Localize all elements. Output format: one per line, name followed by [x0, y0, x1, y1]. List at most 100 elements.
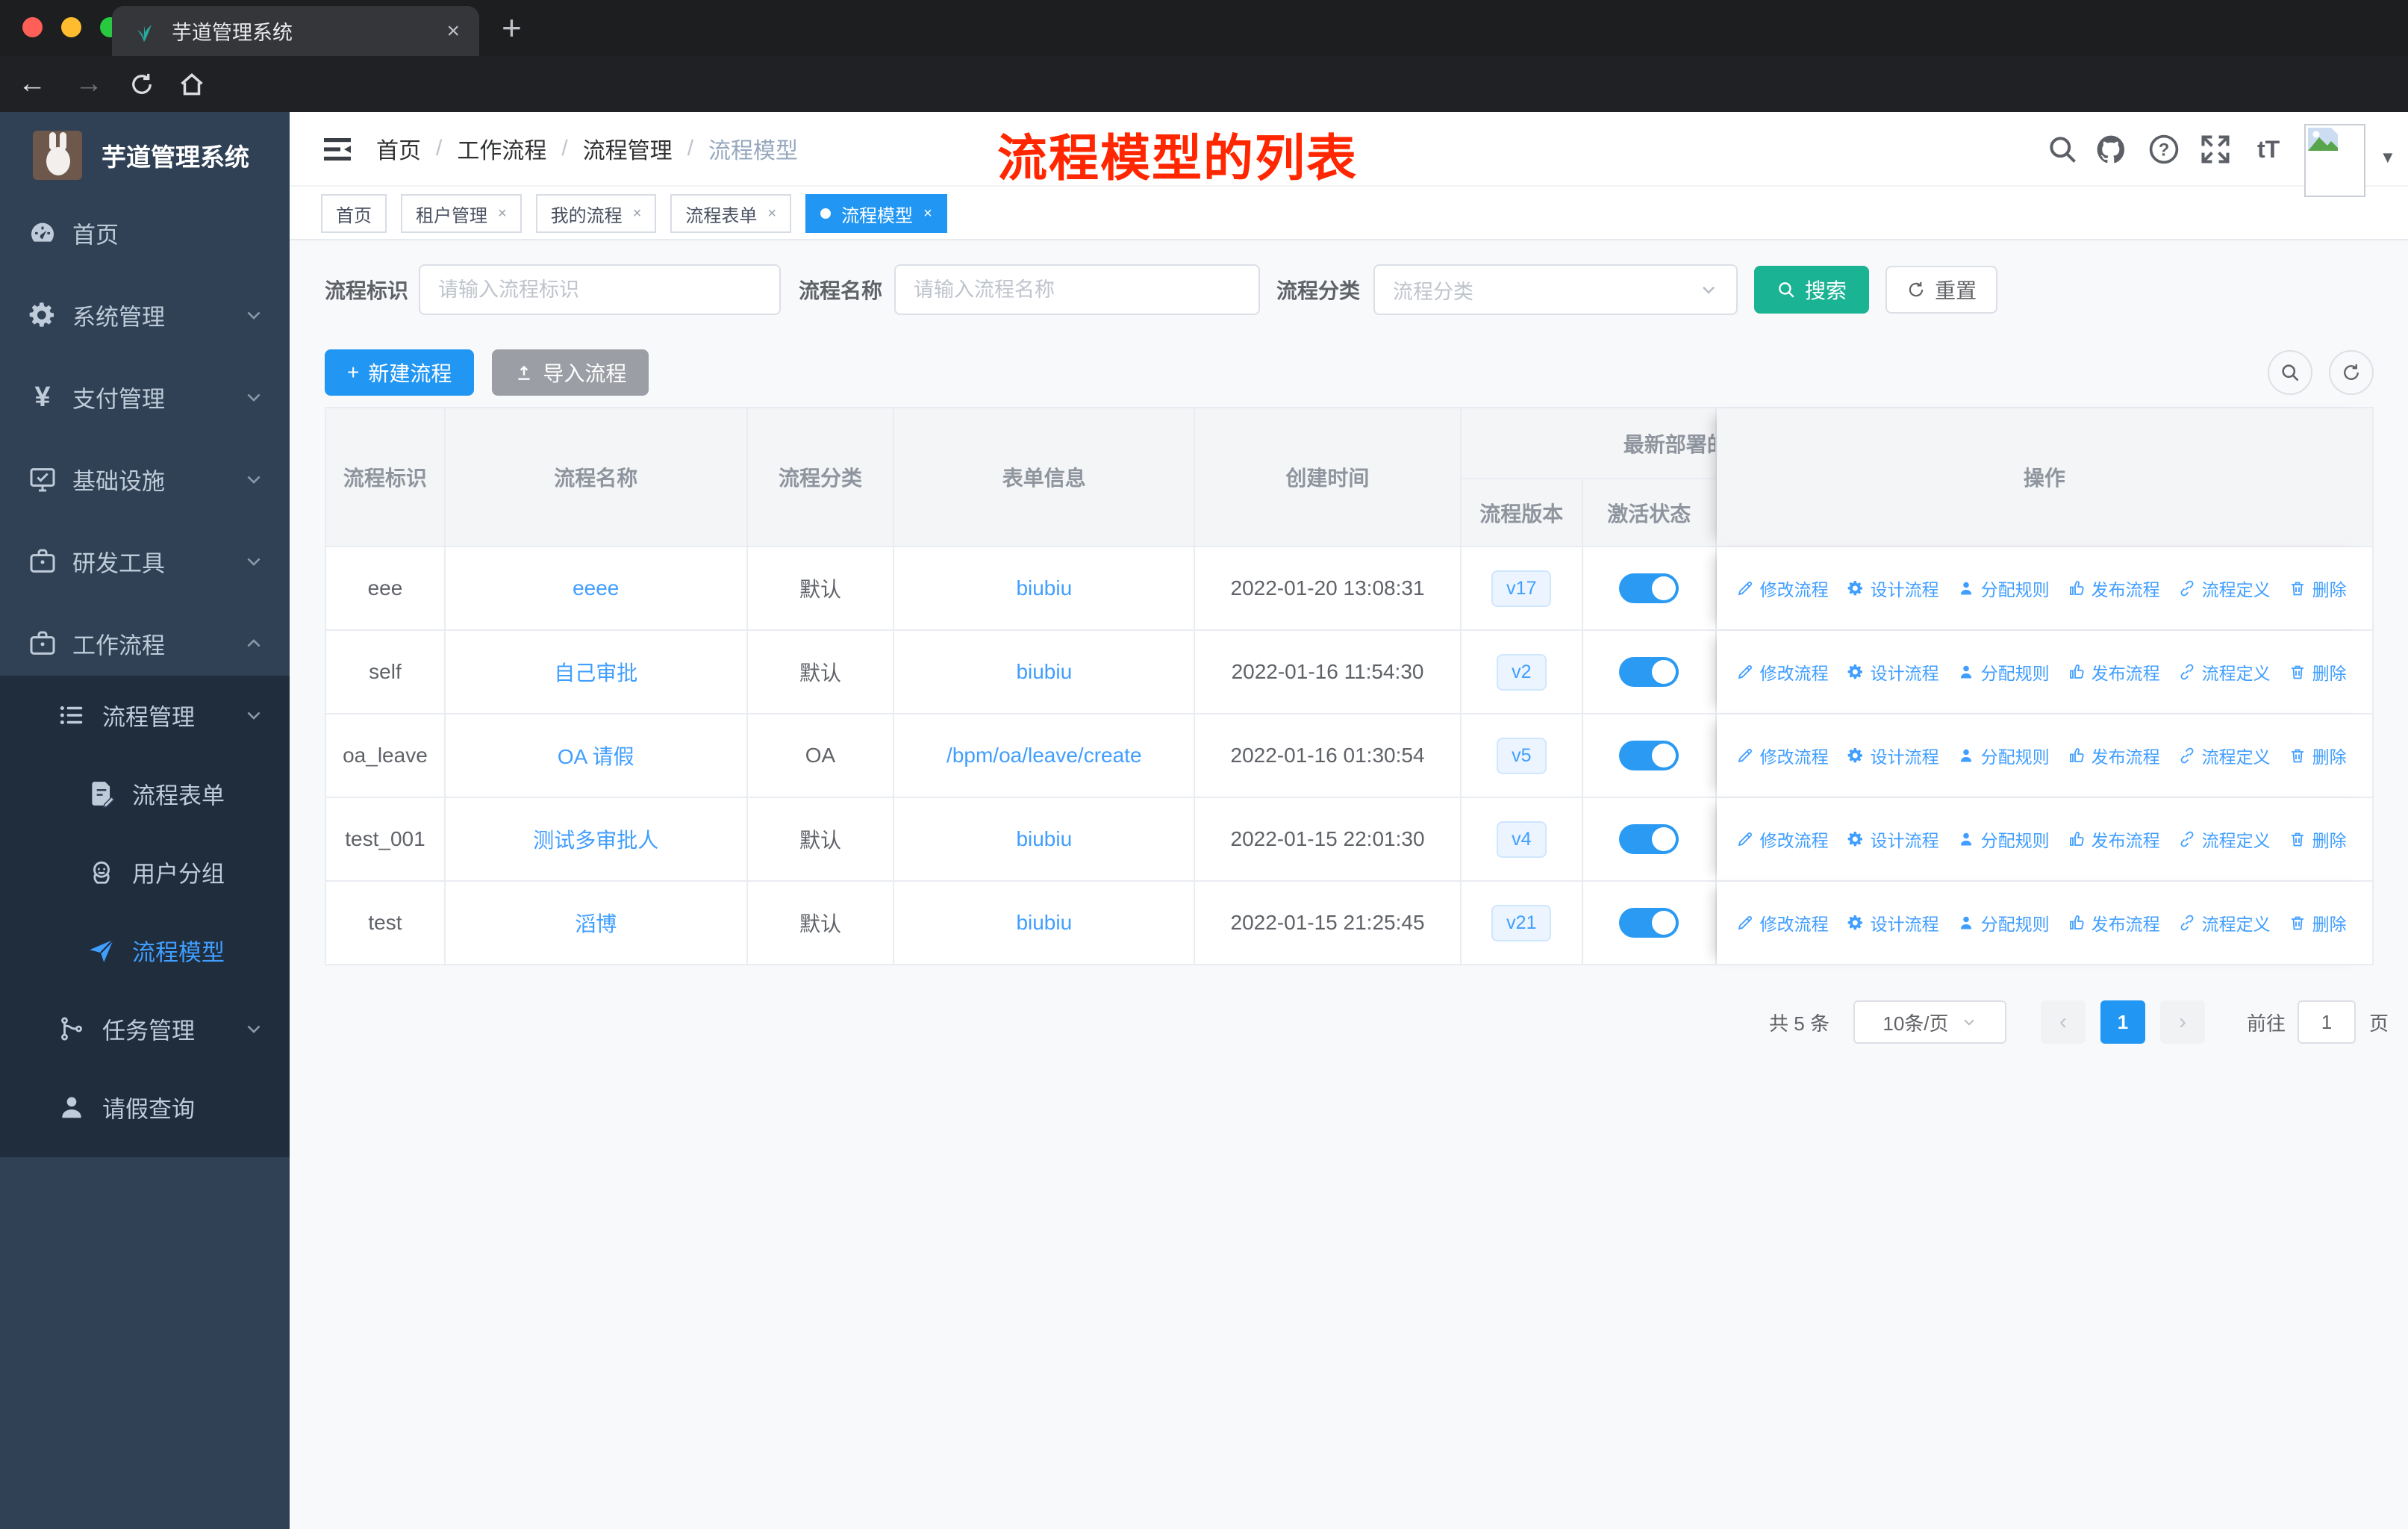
cell-name-link[interactable]: eeee [445, 547, 748, 631]
browser-tab[interactable]: 芋道管理系统 × [112, 6, 479, 56]
sidebar-item-infra[interactable]: 基础设施 [0, 438, 290, 520]
sidebar-item-leave-query[interactable]: 请假查询 [0, 1068, 290, 1146]
action-assign-rule[interactable]: 分配规则 [1957, 576, 2050, 601]
avatar-caret-icon[interactable]: ▼ [2380, 148, 2396, 167]
sidebar-item-process-model[interactable]: 流程模型 [0, 911, 290, 989]
window-controls[interactable] [22, 17, 120, 37]
action-design[interactable]: 设计流程 [1847, 659, 1939, 685]
user-avatar[interactable] [2304, 124, 2365, 197]
minimize-window-button[interactable] [61, 17, 81, 37]
home-icon[interactable] [178, 70, 206, 99]
cell-form-link[interactable]: /bpm/oa/leave/create [894, 714, 1196, 798]
action-design[interactable]: 设计流程 [1847, 826, 1939, 852]
action-design[interactable]: 设计流程 [1847, 576, 1939, 601]
tag-close-icon[interactable]: × [767, 205, 776, 222]
sidebar-item-workflow[interactable]: 工作流程 [0, 602, 290, 685]
tag-my-process[interactable]: 我的流程 × [535, 194, 657, 233]
process-id-input[interactable] [419, 264, 782, 315]
help-icon[interactable] [2147, 133, 2180, 166]
page-size-select[interactable]: 10条/页 [1853, 1000, 2006, 1044]
reload-icon[interactable] [128, 71, 155, 98]
tag-process-model-active[interactable]: 流程模型 × [805, 194, 947, 233]
action-delete[interactable]: 删除 [2289, 910, 2347, 935]
action-edit[interactable]: 修改流程 [1736, 743, 1829, 768]
sidebar-item-process-manage[interactable]: 流程管理 [0, 676, 290, 754]
github-icon[interactable] [2094, 133, 2127, 166]
current-page[interactable]: 1 [2100, 1000, 2145, 1044]
tag-close-icon[interactable]: × [923, 205, 932, 222]
goto-page-input[interactable] [2297, 1000, 2356, 1044]
sidebar-item-task-manage[interactable]: 任务管理 [0, 989, 290, 1068]
search-button[interactable]: 搜索 [1754, 266, 1870, 314]
action-assign-rule[interactable]: 分配规则 [1957, 659, 2050, 685]
active-toggle[interactable] [1619, 657, 1679, 687]
back-icon[interactable]: ← [15, 68, 49, 100]
version-badge[interactable]: v2 [1497, 653, 1547, 691]
version-badge[interactable]: v21 [1491, 904, 1552, 941]
cell-form-link[interactable]: biubiu [894, 798, 1196, 882]
action-edit[interactable]: 修改流程 [1736, 576, 1829, 601]
prev-page-button[interactable]: ‹ [2040, 1000, 2086, 1044]
reset-button[interactable]: 重置 [1885, 266, 1998, 314]
tag-tenant[interactable]: 租户管理 × [401, 194, 522, 233]
sidebar-item-system[interactable]: 系统管理 [0, 274, 290, 356]
active-toggle[interactable] [1619, 908, 1679, 938]
tag-close-icon[interactable]: × [498, 205, 507, 222]
action-delete[interactable]: 删除 [2289, 826, 2347, 852]
action-definition[interactable]: 流程定义 [2178, 910, 2271, 935]
forward-icon[interactable]: → [72, 68, 106, 100]
action-definition[interactable]: 流程定义 [2178, 576, 2271, 601]
sidebar-logo[interactable]: 芋道管理系统 [0, 112, 290, 198]
refresh-table-button[interactable] [2329, 350, 2374, 395]
breadcrumb-home[interactable]: 首页 [376, 132, 421, 165]
action-definition[interactable]: 流程定义 [2178, 659, 2271, 685]
action-delete[interactable]: 删除 [2289, 743, 2347, 768]
sidebar-item-payment[interactable]: ¥ 支付管理 [0, 356, 290, 438]
new-tab-button[interactable]: + [502, 7, 522, 48]
fullscreen-icon[interactable] [2199, 133, 2232, 166]
active-toggle[interactable] [1619, 573, 1679, 603]
process-name-input[interactable] [894, 264, 1261, 315]
create-process-button[interactable]: + 新建流程 [325, 349, 475, 396]
sidebar-item-user-group[interactable]: 用户分组 [0, 832, 290, 911]
action-edit[interactable]: 修改流程 [1736, 910, 1829, 935]
action-definition[interactable]: 流程定义 [2178, 743, 2271, 768]
hamburger-icon[interactable] [319, 131, 355, 167]
action-design[interactable]: 设计流程 [1847, 910, 1939, 935]
tag-home[interactable]: 首页 [321, 194, 387, 233]
active-toggle[interactable] [1619, 741, 1679, 770]
tag-process-form[interactable]: 流程表单 × [670, 194, 792, 233]
cell-form-link[interactable]: biubiu [894, 882, 1196, 965]
action-publish[interactable]: 发布流程 [2068, 659, 2160, 685]
tab-close-icon[interactable]: × [446, 19, 460, 44]
action-definition[interactable]: 流程定义 [2178, 826, 2271, 852]
sidebar-item-devtools[interactable]: 研发工具 [0, 520, 290, 602]
action-delete[interactable]: 删除 [2289, 659, 2347, 685]
action-assign-rule[interactable]: 分配规则 [1957, 826, 2050, 852]
close-window-button[interactable] [22, 17, 43, 37]
search-icon[interactable] [2046, 133, 2079, 166]
cell-name-link[interactable]: OA 请假 [445, 714, 748, 798]
cell-form-link[interactable]: biubiu [894, 631, 1196, 714]
cell-name-link[interactable]: 自己审批 [445, 631, 748, 714]
next-page-button[interactable]: › [2159, 1000, 2205, 1044]
action-publish[interactable]: 发布流程 [2068, 743, 2160, 768]
sidebar-item-process-form[interactable]: 流程表单 [0, 754, 290, 832]
import-process-button[interactable]: 导入流程 [492, 349, 649, 396]
version-badge[interactable]: v5 [1497, 737, 1547, 774]
action-delete[interactable]: 删除 [2289, 576, 2347, 601]
action-design[interactable]: 设计流程 [1847, 743, 1939, 768]
active-toggle[interactable] [1619, 824, 1679, 854]
font-size-icon[interactable]: tT [2257, 136, 2280, 164]
action-publish[interactable]: 发布流程 [2068, 910, 2160, 935]
version-badge[interactable]: v4 [1497, 820, 1547, 858]
action-assign-rule[interactable]: 分配规则 [1957, 910, 2050, 935]
action-assign-rule[interactable]: 分配规则 [1957, 743, 2050, 768]
breadcrumb-workflow[interactable]: 工作流程 [457, 132, 546, 165]
sidebar-item-home[interactable]: 首页 [0, 192, 290, 274]
category-select[interactable]: 流程分类 [1373, 264, 1738, 315]
action-publish[interactable]: 发布流程 [2068, 826, 2160, 852]
cell-name-link[interactable]: 测试多审批人 [445, 798, 748, 882]
action-edit[interactable]: 修改流程 [1736, 659, 1829, 685]
cell-name-link[interactable]: 滔博 [445, 882, 748, 965]
